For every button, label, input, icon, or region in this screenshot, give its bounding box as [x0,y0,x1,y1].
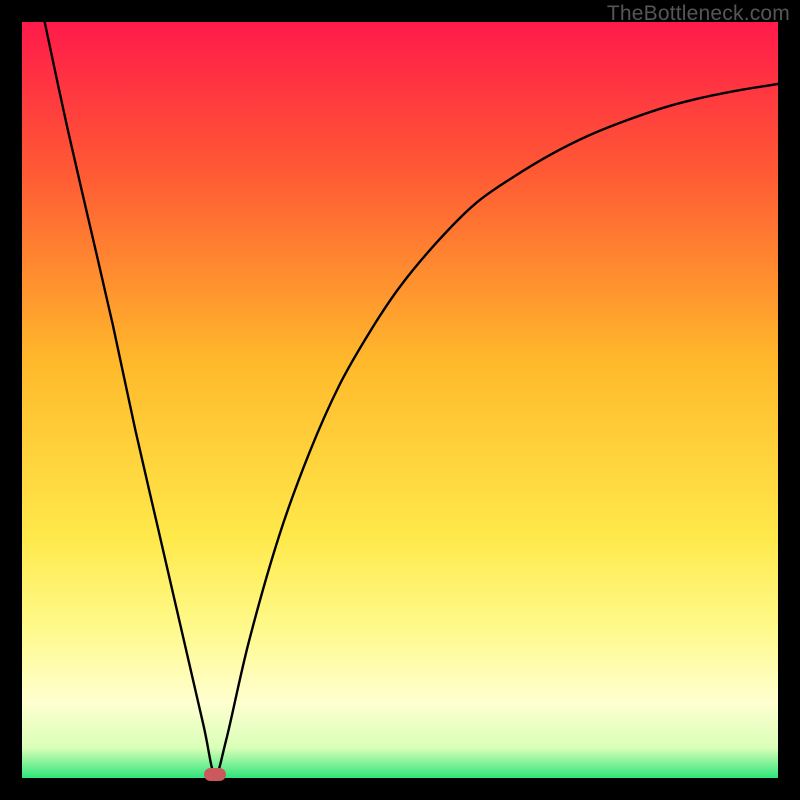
plot-svg [22,22,778,778]
chart-frame: TheBottleneck.com [0,0,800,800]
bottleneck-curve [45,22,778,775]
watermark-text: TheBottleneck.com [607,2,790,26]
minimum-marker [204,768,226,781]
